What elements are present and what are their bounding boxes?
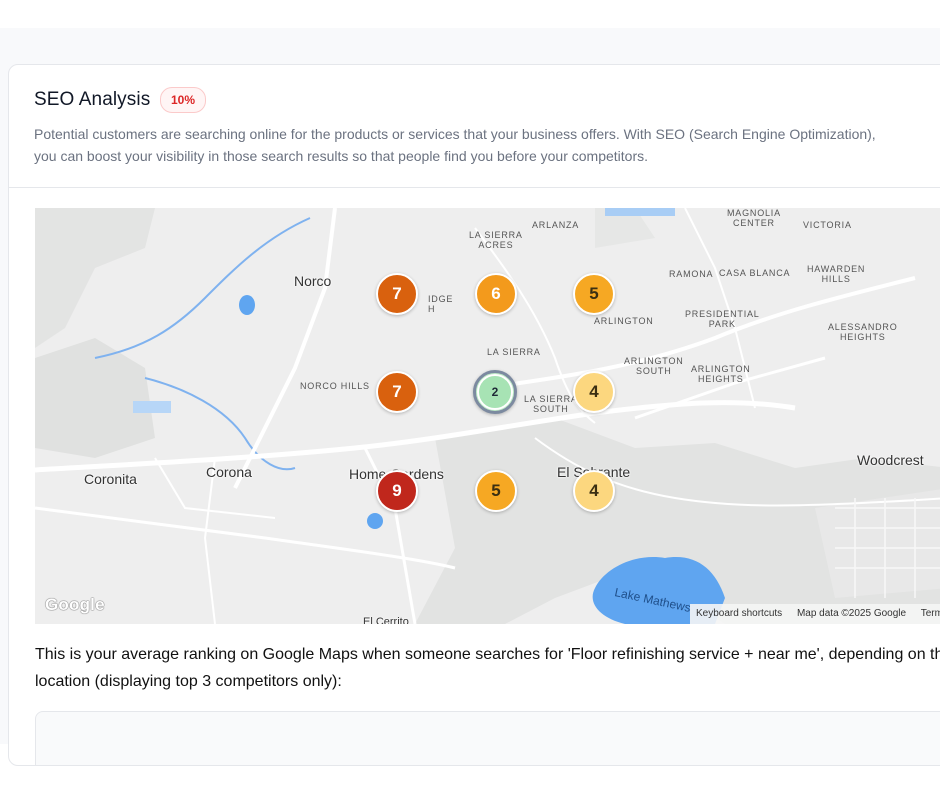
map-terrain <box>35 208 940 624</box>
ranking-note: This is your average ranking on Google M… <box>35 646 940 690</box>
rank-value: 4 <box>589 481 599 500</box>
place-alessandro-heights: ALESSANDRO HEIGHTS <box>828 322 898 342</box>
keyboard-shortcuts-link[interactable]: Keyboard shortcuts <box>696 608 782 619</box>
rank-value: 5 <box>589 284 599 303</box>
place-casa-blanca: CASA BLANCA <box>719 268 791 278</box>
section-description: Potential customers are searching online… <box>34 126 876 164</box>
city-corona: Corona <box>206 464 252 480</box>
rank-pin[interactable]: 4 <box>573 371 615 413</box>
own-business-pin[interactable]: 2 <box>473 370 517 414</box>
map-data-text: Map data ©2025 Google <box>796 608 907 619</box>
rank-value: 7 <box>392 284 402 303</box>
rank-pin[interactable]: 6 <box>475 273 517 315</box>
terms-link[interactable]: Terms <box>921 608 940 619</box>
rank-value: 2 <box>491 385 499 399</box>
place-arlington-heights: ARLINGTON HEIGHTS <box>691 364 751 384</box>
rank-pin[interactable]: 7 <box>376 273 418 315</box>
place-la-sierra-south: LA SIERRA SOUTH <box>524 394 578 414</box>
place-presidential-park: PRESIDENTIAL PARK <box>685 309 760 329</box>
rank-value: 4 <box>589 382 599 401</box>
city-coronita: Coronita <box>84 471 137 487</box>
place-arlanza: ARLANZA <box>532 220 580 230</box>
rank-value: 5 <box>491 481 501 500</box>
own-pin-inner: 2 <box>477 374 513 410</box>
map-attribution: Keyboard shortcuts Map data ©2025 Google… <box>690 604 940 624</box>
place-la-sierra: LA SIERRA <box>487 347 541 357</box>
score-badge: 10% <box>160 87 207 113</box>
seo-analysis-card: SEO Analysis 10% Potential customers are… <box>8 64 940 766</box>
competitors-table <box>35 711 940 765</box>
place-norco-hills: NORCO HILLS <box>300 381 370 391</box>
google-logo[interactable]: Google <box>45 595 105 615</box>
place-hawarden-hills: HAWARDEN HILLS <box>807 264 866 284</box>
place-ridge: IDGE H <box>428 294 454 314</box>
place-victoria: VICTORIA <box>803 220 852 230</box>
city-woodcrest: Woodcrest <box>857 452 924 468</box>
place-arlington: ARLINGTON <box>594 316 654 326</box>
city-el-cerrito: El Cerrito <box>363 616 409 624</box>
city-norco: Norco <box>294 273 332 289</box>
card-header: SEO Analysis 10% Potential customers are… <box>9 65 940 188</box>
rank-value: 6 <box>491 284 501 303</box>
rank-pin[interactable]: 5 <box>573 273 615 315</box>
rank-pin[interactable]: 9 <box>376 470 418 512</box>
rank-pin[interactable]: 7 <box>376 371 418 413</box>
place-magnolia-center: MAGNOLIA CENTER <box>727 208 781 228</box>
rank-value: 7 <box>392 382 402 401</box>
section-title: SEO Analysis <box>34 89 151 110</box>
rank-pin[interactable]: 4 <box>573 470 615 512</box>
place-la-sierra-acres: LA SIERRA ACRES <box>469 230 523 250</box>
rank-value: 9 <box>392 481 402 500</box>
ranking-map[interactable]: LA SIERRA ACRES ARLANZA MAGNOLIA CENTER … <box>35 208 940 624</box>
place-ramona: RAMONA <box>669 269 714 279</box>
place-arlington-south: ARLINGTON SOUTH <box>624 356 684 376</box>
rank-pin[interactable]: 5 <box>475 470 517 512</box>
